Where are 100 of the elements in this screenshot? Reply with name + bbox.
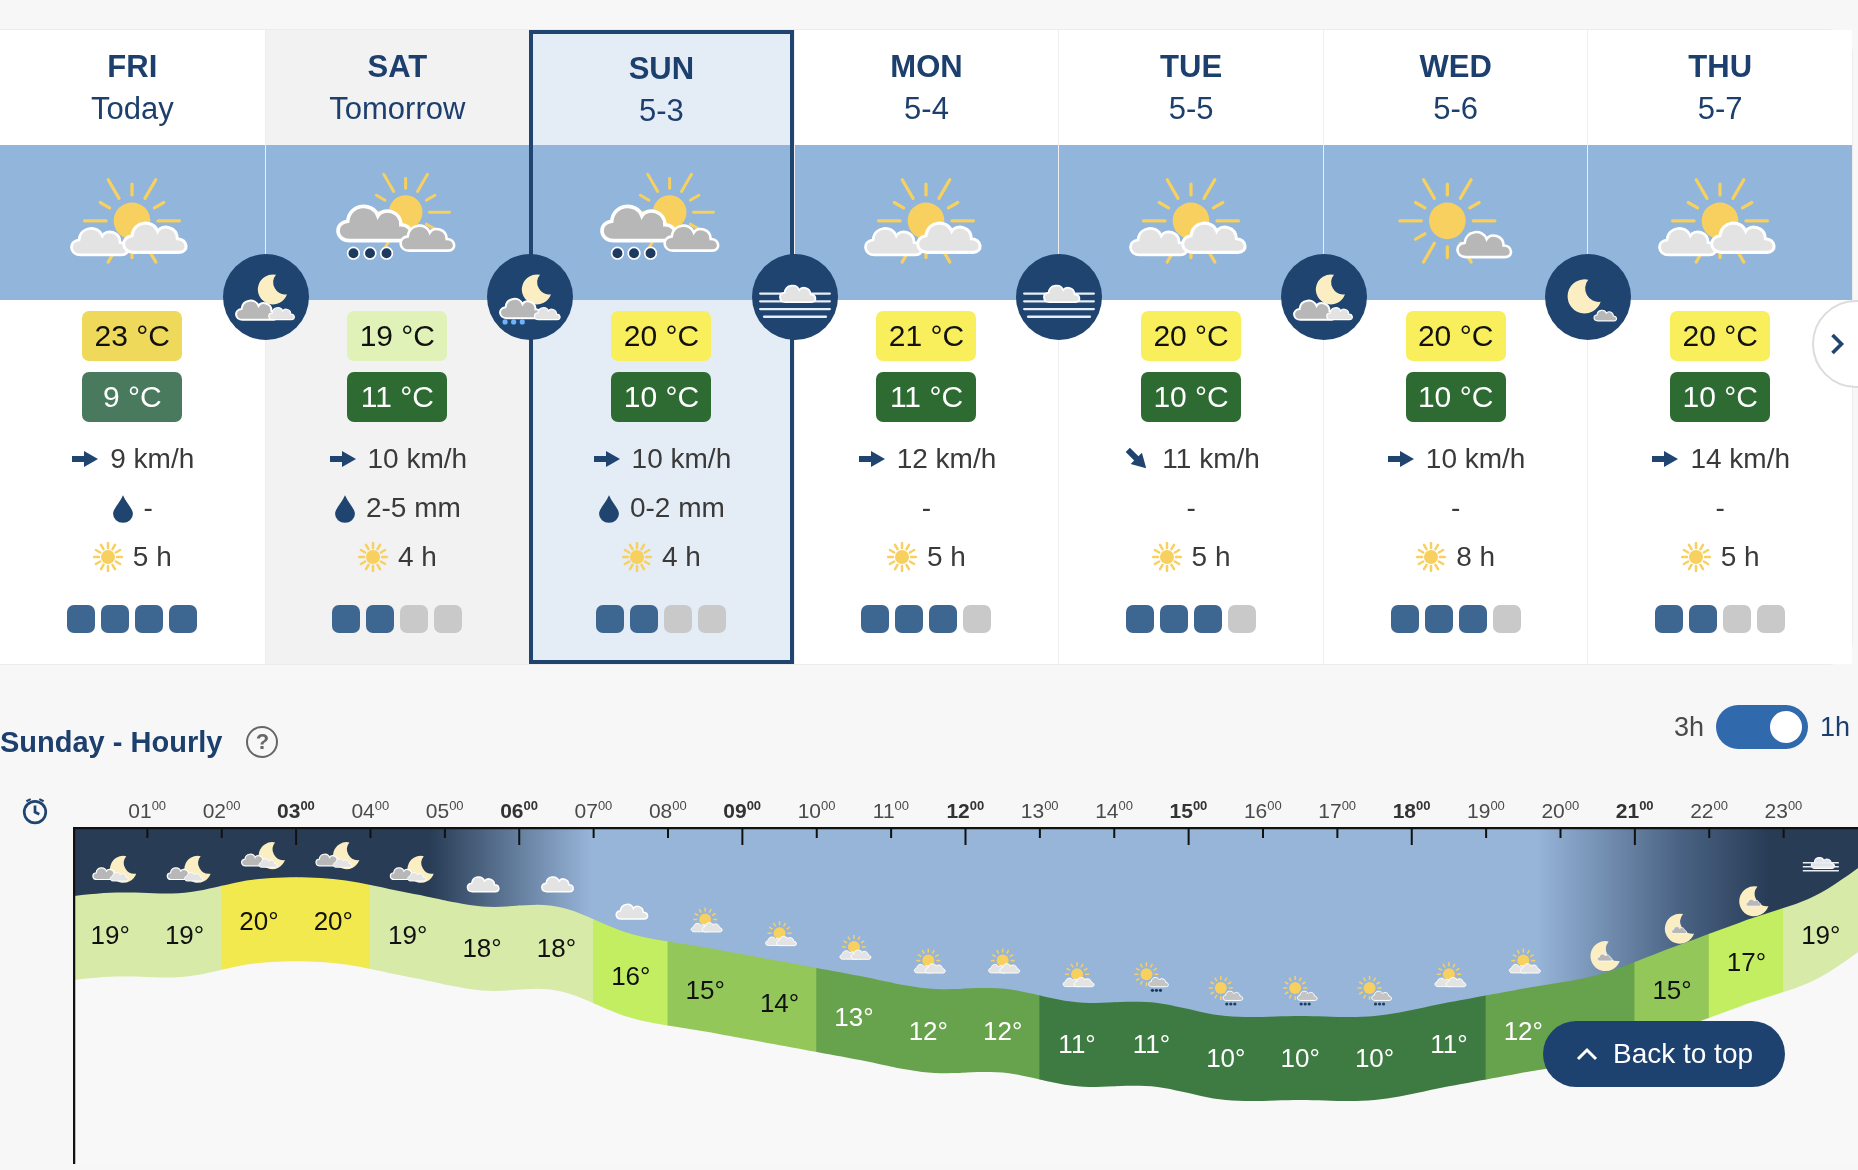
- wind-speed: 11 km/h: [1162, 443, 1260, 475]
- rating-icon: [332, 605, 361, 633]
- temperature-label: 20°: [239, 906, 279, 936]
- night-weather-icon: [1016, 254, 1103, 340]
- precipitation: -: [1186, 492, 1196, 524]
- raindrop-icon: [597, 493, 620, 523]
- clock-icon: [21, 796, 49, 825]
- hour-label: 12$^{00}$: [945, 798, 986, 823]
- day-column[interactable]: THU 5-7 20 °C 10 °C 14 km/h - 5 h: [1587, 30, 1852, 664]
- hour-label: 21$^{00}$: [1614, 798, 1655, 823]
- sun-icon: [357, 542, 388, 572]
- rating-icon: [929, 605, 958, 633]
- sun-icon: [887, 542, 917, 572]
- raindrop-icon: [111, 493, 134, 523]
- rating-icon: [1160, 605, 1189, 633]
- day-date: 5-5: [1168, 89, 1214, 128]
- hour-label: 17$^{00}$: [1317, 798, 1358, 823]
- day-name: MON: [890, 47, 963, 86]
- rating-icon: [963, 605, 992, 633]
- wind-speed: 9 km/h: [110, 443, 195, 475]
- day-name: THU: [1688, 47, 1753, 86]
- sun-icon: [1416, 542, 1447, 572]
- rating-icon: [1458, 605, 1487, 633]
- precipitation: -: [143, 492, 153, 524]
- hour-label: 03$^{00}$: [276, 798, 316, 823]
- weather-icon: [988, 947, 1021, 974]
- rating-icon: [1757, 605, 1786, 633]
- night-weather-icon: [751, 254, 838, 340]
- sun-icon: [1680, 542, 1711, 572]
- hour-label: 15$^{00}$: [1168, 798, 1209, 823]
- night-weather-icon: [222, 254, 309, 340]
- weather-icon: [1664, 913, 1695, 944]
- weather-icon: [1434, 961, 1467, 988]
- temperature-label: 19°: [90, 919, 130, 950]
- back-to-top-button[interactable]: Back to top: [1543, 1021, 1785, 1087]
- rating-icon: [1390, 605, 1419, 633]
- min-temperature: 11 °C: [347, 372, 448, 422]
- wind-arrow-icon: [327, 449, 358, 469]
- wind-speed: 10 km/h: [631, 443, 732, 475]
- sunshine-hours: 4 h: [397, 541, 437, 573]
- hour-label: 11$^{00}$: [871, 798, 911, 823]
- rating-icon: [1194, 605, 1223, 633]
- precipitation: -: [921, 492, 932, 524]
- day-name: WED: [1419, 47, 1492, 86]
- day-name: FRI: [107, 47, 158, 86]
- weather-icon: [315, 842, 360, 870]
- weather-icon: [541, 876, 574, 893]
- precipitation: -: [1715, 492, 1725, 524]
- toggle-label: 1h: [1819, 711, 1850, 743]
- precipitation: 0-2 mm: [629, 492, 725, 524]
- day-date: 5-7: [1697, 89, 1743, 128]
- sunshine-hours: 4 h: [661, 541, 701, 573]
- rating-icon: [861, 605, 890, 633]
- temperature-label: 15°: [685, 974, 725, 1005]
- weather-icon: [1133, 961, 1169, 992]
- min-temperature: 10 °C: [1141, 372, 1242, 422]
- wind-arrow-icon: [591, 449, 622, 469]
- temperature-label: 13°: [834, 1001, 874, 1032]
- temperature-label: 12°: [1503, 1015, 1543, 1046]
- help-icon[interactable]: ?: [246, 726, 279, 758]
- rating-icon: [101, 605, 130, 633]
- rating-icon: [895, 605, 924, 633]
- max-temperature: 20 °C: [1670, 311, 1771, 361]
- temperature-label: 16°: [611, 960, 651, 991]
- min-temperature: 11 °C: [876, 372, 977, 422]
- max-temperature: 20 °C: [1141, 311, 1242, 361]
- weather-icon: [1208, 975, 1244, 1006]
- hour-label: 08$^{00}$: [647, 798, 688, 823]
- hour-label: 09$^{00}$: [722, 798, 763, 823]
- temperature-label: 12°: [908, 1015, 948, 1046]
- hour-label: 01$^{00}$: [127, 798, 168, 823]
- hour-label: 18$^{00}$: [1391, 798, 1432, 823]
- weather-icon: [913, 947, 946, 974]
- temperature-label: 11°: [1132, 1029, 1171, 1060]
- interval-switch[interactable]: [1715, 705, 1808, 749]
- rating-icon: [630, 605, 659, 633]
- weather-icon: [1282, 975, 1318, 1006]
- hour-label: 22$^{00}$: [1689, 798, 1729, 823]
- weather-icon: [839, 934, 872, 960]
- weather-icon: [1356, 975, 1392, 1006]
- toggle-label: 3h: [1673, 711, 1704, 743]
- temperature-label: 14°: [759, 988, 800, 1019]
- sunshine-hours: 5 h: [1191, 541, 1231, 573]
- rating-icon: [1655, 605, 1684, 633]
- hour-label: 10$^{00}$: [796, 798, 837, 823]
- night-weather-icon: [1280, 254, 1367, 340]
- weather-icon: [1739, 886, 1769, 917]
- rating-icon: [1723, 605, 1752, 633]
- rating-icon: [67, 605, 96, 633]
- temperature-label: 10°: [1280, 1043, 1320, 1073]
- temperature-label: 10°: [1206, 1043, 1246, 1073]
- wind-speed: 10 km/h: [1425, 443, 1526, 475]
- day-name: TUE: [1160, 47, 1223, 86]
- sunshine-hours: 5 h: [1720, 541, 1760, 573]
- precipitation: -: [1450, 492, 1461, 524]
- rating-icon: [698, 605, 727, 633]
- sunshine-hours: 5 h: [132, 541, 172, 573]
- weather-icon: [765, 920, 797, 947]
- day-date: Today: [90, 89, 174, 128]
- weather-icon: [389, 855, 434, 883]
